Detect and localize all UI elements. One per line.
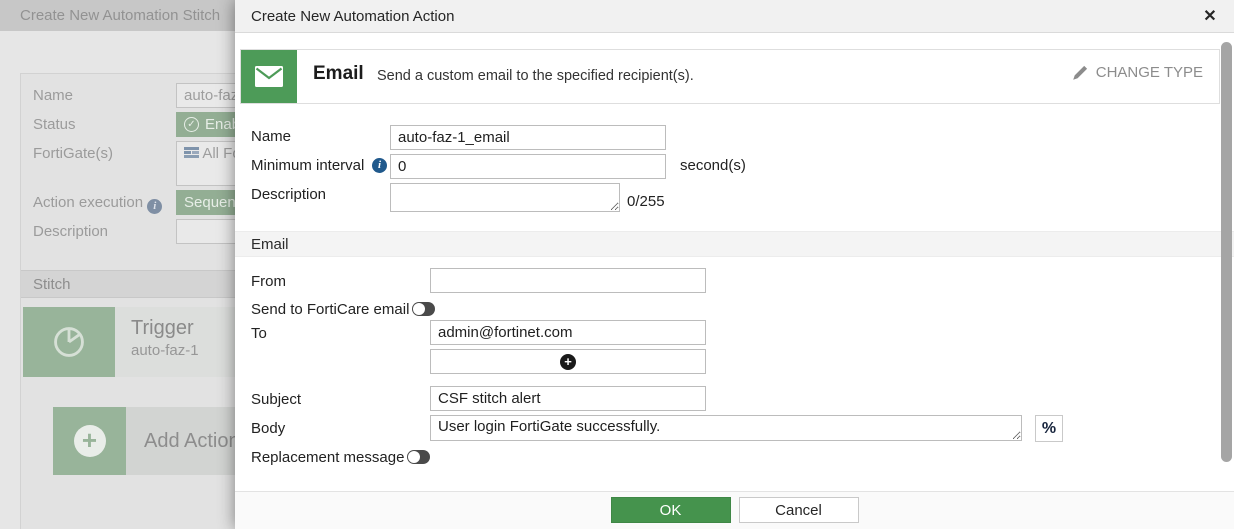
modal-header: Create New Automation Action ✕ [235, 0, 1234, 33]
info-icon: i [147, 199, 162, 214]
modal-title: Create New Automation Action [251, 0, 454, 33]
minimum-interval-input[interactable] [390, 154, 666, 179]
change-type-button[interactable]: CHANGE TYPE [1072, 64, 1203, 81]
name-input[interactable] [390, 125, 666, 150]
change-type-label: CHANGE TYPE [1096, 64, 1203, 81]
body-textarea[interactable]: User login FortiGate successfully. [430, 415, 1022, 441]
body-label: Body [251, 420, 285, 437]
add-recipient-button[interactable]: + [430, 349, 706, 374]
add-action-icon-square: + [53, 407, 126, 475]
from-input[interactable] [430, 268, 706, 293]
envelope-icon [255, 66, 283, 87]
to-input[interactable] [430, 320, 706, 345]
minimum-interval-label: Minimum interval [251, 157, 364, 174]
email-section-bar: Email [235, 231, 1234, 257]
forticare-toggle[interactable] [412, 302, 435, 316]
bg-stitch-section-label: Stitch [33, 271, 71, 298]
plus-icon: + [560, 354, 576, 370]
action-type-card: Email Send a custom email to the specifi… [240, 49, 1220, 104]
modal-create-automation-action: Create New Automation Action ✕ Email Sen… [235, 0, 1234, 529]
pencil-icon [1072, 65, 1088, 81]
subject-input[interactable] [430, 386, 706, 411]
cancel-button[interactable]: Cancel [739, 497, 859, 523]
replacement-message-label: Replacement message [251, 449, 404, 466]
description-textarea[interactable] [390, 183, 620, 212]
fortigate-device-icon [184, 147, 199, 159]
action-type-name: Email [313, 63, 364, 85]
ok-button[interactable]: OK [611, 497, 731, 523]
forticare-label: Send to FortiCare email [251, 301, 409, 318]
plus-circle-icon: + [74, 425, 106, 457]
bg-status-label: Status [33, 116, 76, 133]
email-section-title: Email [251, 232, 289, 257]
description-char-counter: 0/255 [627, 193, 665, 210]
subject-label: Subject [251, 391, 301, 408]
trigger-icon-square [23, 307, 115, 377]
add-action-label: Add Action [144, 430, 240, 453]
background-page-title: Create New Automation Stitch [20, 0, 220, 31]
bg-description-label: Description [33, 223, 108, 240]
check-circle-icon: ✓ [184, 117, 199, 132]
name-label: Name [251, 128, 291, 145]
from-label: From [251, 273, 286, 290]
email-type-icon-square [241, 50, 297, 103]
bg-action-execution-label: Action execution i [33, 194, 162, 214]
modal-footer: OK Cancel [235, 491, 1234, 529]
modal-scrollbar[interactable] [1221, 42, 1232, 462]
to-label: To [251, 325, 267, 342]
replacement-message-toggle[interactable] [407, 450, 430, 464]
trigger-timer-icon [52, 325, 86, 359]
info-icon[interactable]: i [372, 158, 387, 173]
seconds-suffix: second(s) [680, 157, 746, 174]
bg-fortigates-label: FortiGate(s) [33, 145, 113, 162]
description-label: Description [251, 186, 326, 203]
close-icon[interactable]: ✕ [1196, 0, 1224, 33]
bg-name-label: Name [33, 87, 73, 104]
action-type-description: Send a custom email to the specified rec… [377, 68, 694, 84]
insert-variable-button[interactable]: % [1035, 415, 1063, 442]
